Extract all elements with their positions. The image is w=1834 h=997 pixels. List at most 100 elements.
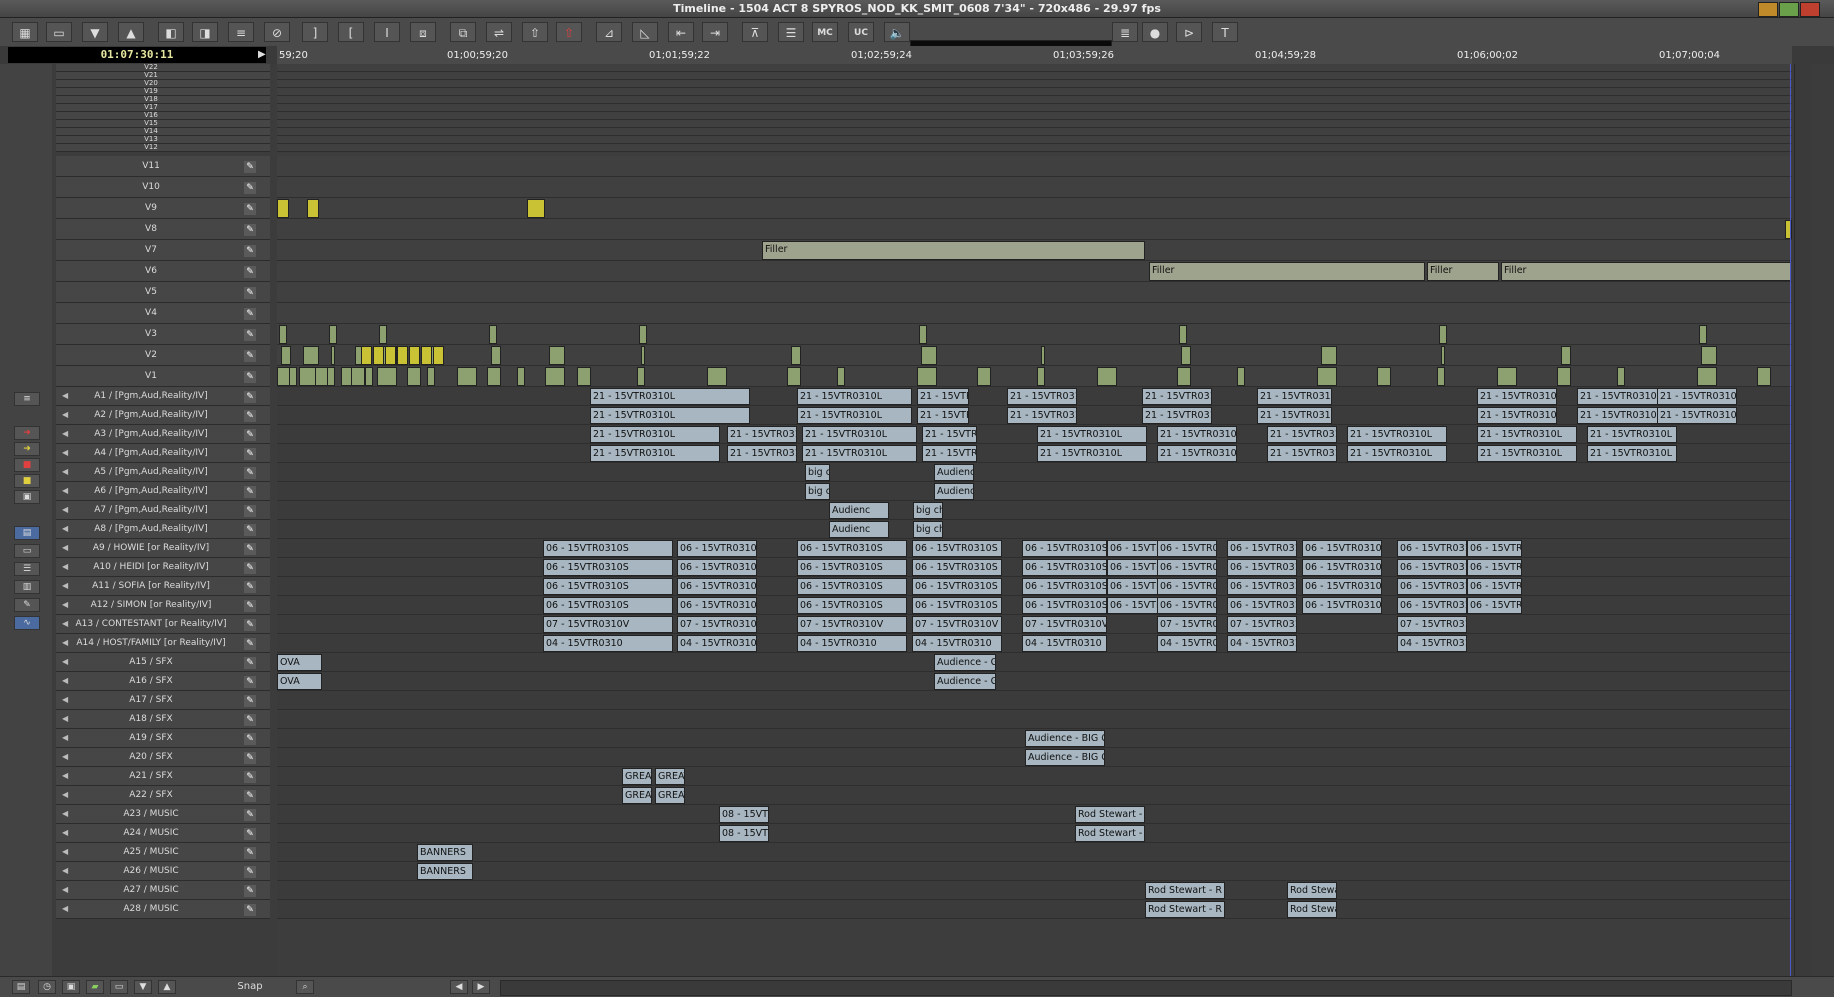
speaker-icon[interactable]: ◀: [62, 429, 68, 438]
clip[interactable]: 21 - 15VTR0310L: [1257, 407, 1332, 424]
arrow-down-icon[interactable]: ▼: [82, 22, 108, 42]
speaker-icon[interactable]: ◀: [62, 676, 68, 685]
clip[interactable]: 07 - 15VTR0310V: [677, 616, 757, 633]
speaker-icon[interactable]: ◀: [62, 619, 68, 628]
clip[interactable]: 04 - 15VTR0310: [677, 635, 757, 652]
clip[interactable]: BANNERS: [417, 863, 473, 880]
clip[interactable]: 06 - 15VTR0310S: [912, 559, 1002, 576]
track-lane-a14[interactable]: 04 - 15VTR0310 04 - 15VTR0310 04 - 15VTR03…: [277, 634, 1792, 653]
speaker-icon[interactable]: ◀: [62, 448, 68, 457]
speaker-icon[interactable]: ◀: [62, 733, 68, 742]
clip[interactable]: [1177, 367, 1191, 386]
clip[interactable]: 07 - 15VTR0310V: [797, 616, 907, 633]
clip[interactable]: [1439, 325, 1447, 344]
track-lane-v4[interactable]: [277, 303, 1792, 324]
clip[interactable]: 06 - 15VTR0310S: [677, 578, 757, 595]
filler-clip[interactable]: Filler: [762, 241, 1145, 260]
clip[interactable]: 21 - 15VTR0310L: [1347, 426, 1447, 443]
clip[interactable]: Rod Stewart - R: [1145, 882, 1225, 899]
clip[interactable]: 04 - 15VTR0310: [1227, 635, 1297, 652]
clip[interactable]: [919, 325, 927, 344]
clip[interactable]: 06 - 15VTR0310S: [543, 540, 673, 557]
track-lane-a24[interactable]: 08 - 15VTR031 Rod Stewart - R: [277, 824, 1792, 843]
clip[interactable]: OVA: [277, 673, 322, 690]
pencil-icon[interactable]: ✎: [244, 202, 256, 215]
clip[interactable]: [487, 367, 501, 386]
speaker-icon[interactable]: ◀: [62, 486, 68, 495]
track-lane-a10[interactable]: 06 - 15VTR0310S 06 - 15VTR0310S 06 - 15VTR…: [277, 558, 1792, 577]
clip[interactable]: 07 - 15VTR0310V: [1397, 616, 1467, 633]
pencil-icon[interactable]: ✎: [244, 307, 256, 320]
track-header-a24[interactable]: A24 / MUSIC ✎ ◀: [56, 824, 270, 843]
track-header-a5[interactable]: A5 / [Pgm,Aud,Reality/IV] ✎ ◀: [56, 463, 270, 482]
clock-icon[interactable]: ◷: [38, 980, 56, 994]
speaker-icon[interactable]: ◀: [62, 828, 68, 837]
clip[interactable]: [637, 367, 645, 386]
clip[interactable]: Audience - G: [934, 673, 996, 690]
clip[interactable]: [787, 367, 801, 386]
clip[interactable]: 07 - 15VTR0310V: [1157, 616, 1217, 633]
clip[interactable]: 21 - 15VTR0310L: [1267, 426, 1337, 443]
clip[interactable]: [289, 367, 297, 386]
clip[interactable]: 06 - 15VTR0310S: [1467, 578, 1522, 595]
clip[interactable]: 06 - 15VTR0310S: [1397, 597, 1467, 614]
list-icon[interactable]: ≣: [1112, 22, 1138, 42]
track-header-a9[interactable]: A9 / HOWIE [or Reality/IV] ✎ ◀: [56, 539, 270, 558]
clip[interactable]: [1041, 346, 1045, 365]
track-header-a15[interactable]: A15 / SFX ✎ ◀: [56, 653, 270, 672]
track-lane-v10[interactable]: [277, 177, 1792, 198]
clip[interactable]: 06 - 15VTR0310S: [797, 597, 907, 614]
track-header-v6[interactable]: V6 ✎: [56, 261, 270, 282]
clip[interactable]: 06 - 15VTR0310S: [1227, 597, 1297, 614]
track-lane-a12[interactable]: 06 - 15VTR0310S 06 - 15VTR0310S 06 - 15VTR…: [277, 596, 1792, 615]
clip[interactable]: 06 - 15VTR0310S: [543, 578, 673, 595]
track-header-a21[interactable]: A21 / SFX ✎ ◀: [56, 767, 270, 786]
track-header-a12[interactable]: A12 / SIMON [or Reality/IV] ✎ ◀: [56, 596, 270, 615]
speaker-icon[interactable]: ◀: [62, 505, 68, 514]
clip[interactable]: [641, 346, 645, 365]
pencil-icon[interactable]: ✎: [244, 466, 256, 479]
monitor-icon[interactable]: ▭: [110, 980, 128, 994]
slip-left-icon[interactable]: ⇤: [668, 22, 694, 42]
clip[interactable]: 06 - 15VTR0310S: [543, 559, 673, 576]
filler-clip[interactable]: Filler: [1501, 262, 1791, 281]
clip[interactable]: [489, 325, 497, 344]
speaker-icon[interactable]: ◀: [62, 714, 68, 723]
track-header-a13[interactable]: A13 / CONTESTANT [or Reality/IV] ✎ ◀: [56, 615, 270, 634]
clip[interactable]: [1697, 367, 1717, 386]
clip[interactable]: 06 - 15VTR0310S: [1397, 559, 1467, 576]
clip[interactable]: 06 - 15VTR0310S: [1157, 597, 1217, 614]
clip[interactable]: big ch: [913, 502, 943, 519]
effects-icon[interactable]: ☰: [778, 22, 804, 42]
clip[interactable]: [639, 325, 647, 344]
clip[interactable]: 21 - 15VTR0310L: [1587, 426, 1677, 443]
clip[interactable]: [1181, 346, 1191, 365]
track-lane-v3[interactable]: [277, 324, 1792, 345]
pencil-icon[interactable]: ✎: [244, 181, 256, 194]
clip[interactable]: [329, 325, 337, 344]
clip[interactable]: 06 - 15VTR0310S: [1302, 540, 1382, 557]
pencil-icon[interactable]: ✎: [244, 328, 256, 341]
clip[interactable]: 06 - 15VTR0310S: [797, 578, 907, 595]
track-lane-a23[interactable]: 08 - 15VTR031 Rod Stewart - R: [277, 805, 1792, 824]
track-lane-a22[interactable]: GREATGREAT: [277, 786, 1792, 805]
splice-icon[interactable]: ⇌: [486, 22, 512, 42]
toggle-view-icon[interactable]: ▤: [12, 980, 30, 994]
clip[interactable]: 21 - 15VTR0310L: [797, 407, 912, 424]
image-icon[interactable]: ▣: [14, 490, 40, 504]
clip[interactable]: 06 - 15VTR0310S: [912, 597, 1002, 614]
clip[interactable]: 06 - 15VTR0310S: [1467, 540, 1522, 557]
segment-icon[interactable]: ◧: [158, 22, 184, 42]
clip[interactable]: Audience - G: [934, 654, 996, 671]
media-icon[interactable]: ▣: [62, 980, 80, 994]
track-lane-v22[interactable]: [277, 64, 1792, 72]
clip[interactable]: OVA: [277, 654, 322, 671]
clip[interactable]: 04 - 15VTR0310: [1022, 635, 1107, 652]
clip[interactable]: [707, 367, 727, 386]
clip[interactable]: [397, 346, 408, 365]
track-lane-v11[interactable]: [277, 156, 1792, 177]
clip[interactable]: [1557, 367, 1571, 386]
clip[interactable]: [837, 367, 845, 386]
track-lane-v20[interactable]: [277, 80, 1792, 88]
track-lane-v2[interactable]: [277, 345, 1792, 366]
